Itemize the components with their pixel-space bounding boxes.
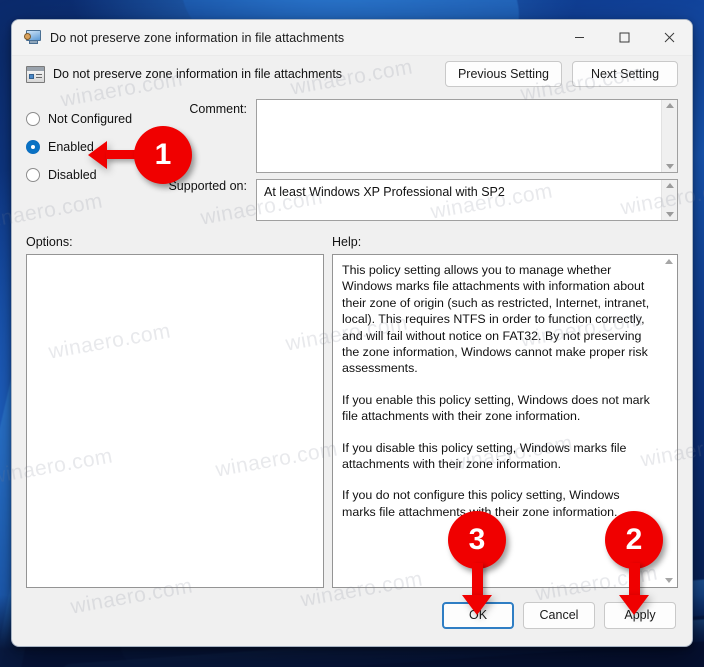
maximize-button[interactable] [602, 20, 647, 56]
scroll-up-icon[interactable] [665, 183, 674, 188]
options-label: Options: [26, 235, 73, 249]
annotation-2-arrow [619, 563, 659, 619]
close-button[interactable] [647, 20, 692, 56]
policy-setting-dialog: Do not preserve zone information in file… [11, 19, 693, 647]
help-paragraph: This policy setting allows you to manage… [342, 263, 650, 376]
supported-on-value: At least Windows XP Professional with SP… [264, 185, 505, 199]
panels-row: This policy setting allows you to manage… [12, 254, 692, 588]
radio-label: Enabled [48, 140, 94, 154]
comment-scrollbar[interactable] [661, 100, 677, 172]
minimize-button[interactable] [557, 20, 602, 56]
window-controls [557, 20, 692, 56]
annotation-1-badge: 1 [134, 126, 192, 184]
metadata-fields: Comment: Supported on: At least Windows … [168, 99, 678, 221]
comment-field[interactable] [256, 99, 678, 173]
radio-dot [26, 168, 40, 182]
title-bar[interactable]: Do not preserve zone information in file… [12, 20, 692, 56]
setting-header: Do not preserve zone information in file… [12, 56, 692, 95]
radio-dot [26, 112, 40, 126]
annotation-1: 1 [88, 124, 198, 186]
scroll-down-icon[interactable] [665, 164, 674, 169]
supported-on-scrollbar[interactable] [661, 180, 677, 220]
next-setting-button[interactable]: Next Setting [572, 61, 678, 87]
navigation-buttons: Previous Setting Next Setting [444, 61, 678, 87]
annotation-2-badge: 2 [605, 511, 663, 569]
policy-setting-icon [26, 65, 45, 83]
comment-value[interactable] [257, 100, 661, 172]
supported-on-row: Supported on: At least Windows XP Profes… [168, 173, 678, 221]
dialog-footer: OK Cancel Apply [12, 588, 692, 646]
cancel-button[interactable]: Cancel [523, 601, 595, 629]
scroll-up-icon[interactable] [664, 259, 673, 264]
help-paragraph: If you disable this policy setting, Wind… [342, 440, 627, 472]
scroll-up-icon[interactable] [665, 103, 674, 108]
panel-labels: Options: Help: [12, 221, 692, 254]
supported-on-field[interactable]: At least Windows XP Professional with SP… [256, 179, 678, 221]
annotation-2: 2 [605, 511, 667, 619]
help-label: Help: [332, 235, 362, 249]
comment-row: Comment: [168, 99, 678, 173]
radio-dot-selected [26, 140, 40, 154]
annotation-3: 3 [448, 511, 510, 619]
setting-name: Do not preserve zone information in file… [53, 67, 343, 81]
annotation-3-arrow [462, 563, 502, 619]
window-title: Do not preserve zone information in file… [50, 30, 345, 45]
options-panel[interactable] [26, 254, 324, 588]
policy-computer-icon [24, 30, 41, 45]
scroll-down-icon[interactable] [665, 212, 674, 217]
previous-setting-button[interactable]: Previous Setting [444, 61, 562, 87]
annotation-3-badge: 3 [448, 511, 506, 569]
help-paragraph: If you enable this policy setting, Windo… [342, 392, 650, 424]
